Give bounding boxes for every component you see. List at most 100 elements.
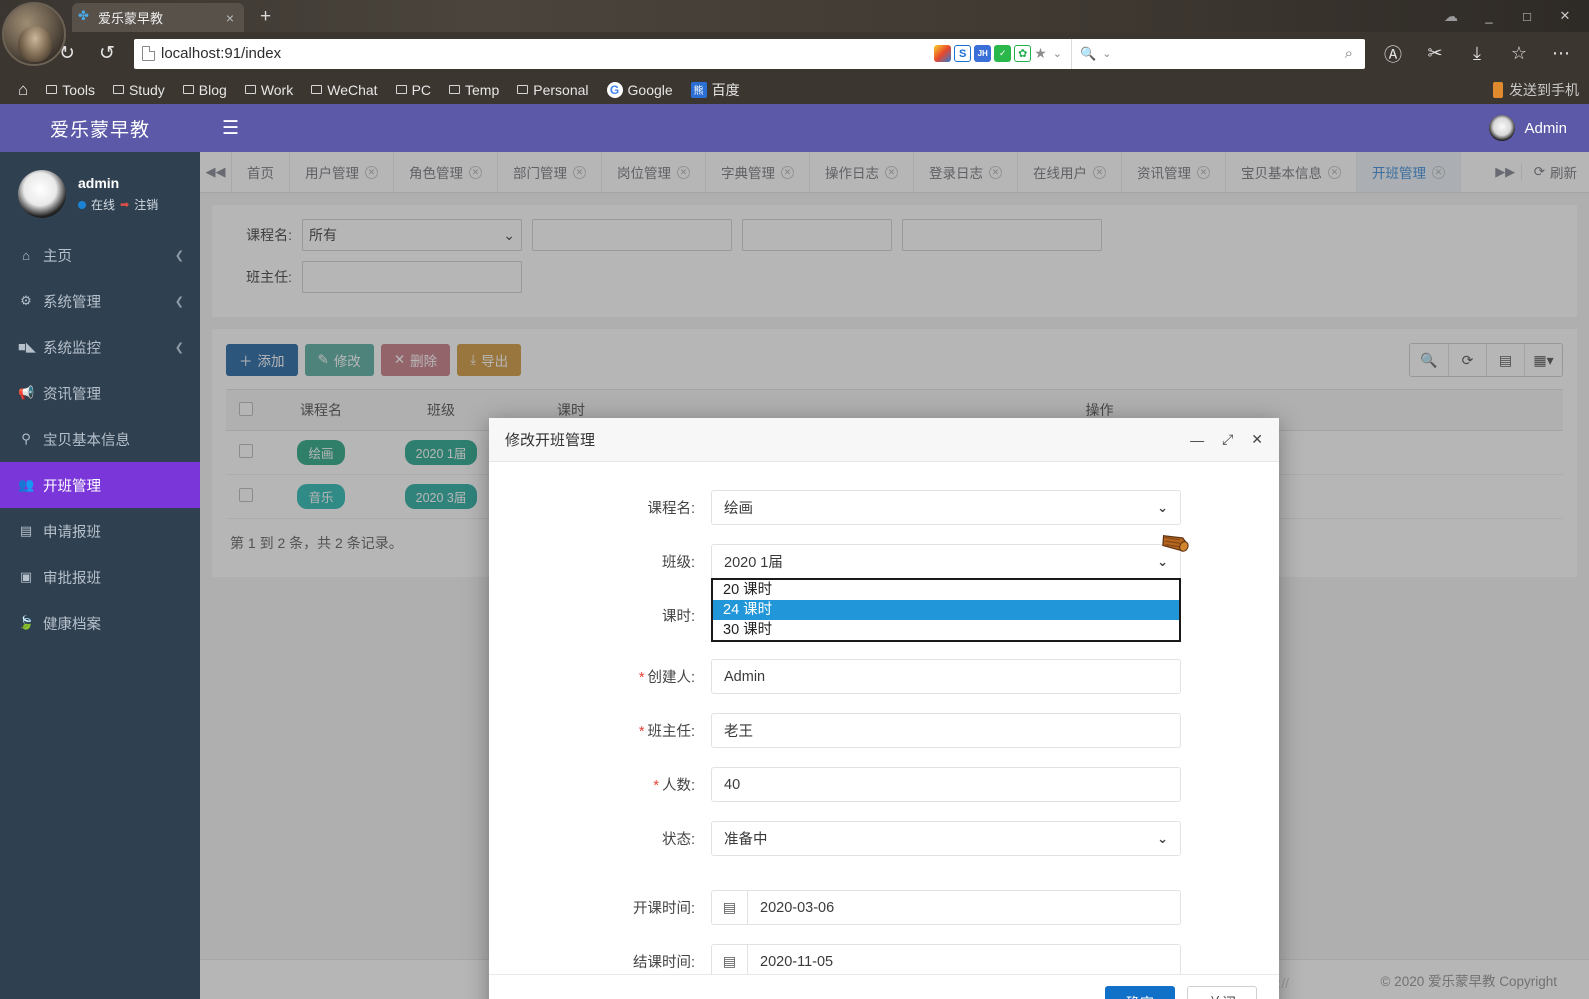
- home-icon[interactable]: ⌂: [10, 80, 36, 100]
- bookmark-tools[interactable]: Tools: [38, 80, 103, 100]
- sidebar-item-label: 审批报班: [43, 570, 101, 587]
- bookmark-baidu[interactable]: 熊百度: [683, 78, 748, 102]
- sidebar-item-apply-class[interactable]: ▤ 申请报班: [0, 508, 200, 554]
- field-start-date: 开课时间: ▤ 2020-03-06: [489, 890, 1279, 925]
- sidebar-item-label: 申请报班: [43, 524, 101, 541]
- bookmark-study[interactable]: Study: [105, 80, 173, 100]
- hours-option-20[interactable]: 20 课时: [713, 580, 1179, 600]
- folder-icon: [311, 85, 323, 94]
- chevron-down-icon: ⌄: [1157, 830, 1168, 846]
- extension-jh-icon[interactable]: JH: [974, 45, 992, 62]
- sidebar-item-home[interactable]: ⌂ 主页 ❮: [0, 232, 200, 278]
- user-menu-label: Admin: [1524, 119, 1567, 137]
- hours-option-30[interactable]: 30 课时: [713, 620, 1179, 640]
- capacity-label: * 人数:: [653, 778, 695, 794]
- minimize-icon[interactable]: _: [1471, 1, 1507, 31]
- browser-tab[interactable]: 爱乐蒙早教 ×: [72, 3, 244, 32]
- add-favorite-icon[interactable]: ★: [1034, 45, 1047, 62]
- cloud-icon[interactable]: ☁: [1433, 1, 1469, 31]
- window-close-icon[interactable]: ✕: [1547, 1, 1583, 31]
- sidebar-item-system-management[interactable]: ⚙ 系统管理 ❮: [0, 278, 200, 324]
- logout-icon[interactable]: ➡: [120, 198, 129, 211]
- close-button[interactable]: 关闭: [1187, 986, 1257, 999]
- video-icon: ■◣: [18, 339, 36, 354]
- dialog-titlebar: 修改开班管理 — ⤢ ✕: [489, 418, 1279, 462]
- sidebar: admin 在线 ➡ 注销 ⌂ 主页 ❮ ⚙ 系统管理 ❮ ■◣ 系统监控 ❮ …: [0, 152, 200, 999]
- bookmark-temp[interactable]: Temp: [441, 80, 507, 100]
- close-icon[interactable]: ×: [222, 10, 238, 26]
- sidebar-item-class-management[interactable]: 👥 开班管理: [0, 462, 200, 508]
- extension-circle-icon[interactable]: ✿: [1014, 45, 1032, 62]
- folder-icon: [395, 85, 407, 94]
- capacity-input[interactable]: 40: [711, 767, 1181, 802]
- chevron-down-icon: ⌄: [1157, 553, 1168, 569]
- hamburger-icon[interactable]: ☰: [222, 117, 239, 140]
- dialog-minimize-icon[interactable]: —: [1190, 432, 1204, 448]
- undo-icon[interactable]: ↺: [88, 37, 126, 71]
- logout-label[interactable]: 注销: [134, 196, 158, 213]
- download-icon[interactable]: ⤓: [1457, 37, 1497, 71]
- sidebar-item-health-record[interactable]: 🍃 健康档案: [0, 600, 200, 646]
- bookmark-google[interactable]: G Google: [599, 80, 681, 100]
- calendar-icon[interactable]: ▤: [712, 891, 748, 924]
- dialog-body: 课程名: 绘画 ⌄ 班级: 2020 1届 ⌄ 课时: 20 课时 24 课时 …: [489, 462, 1279, 974]
- bookmark-wechat[interactable]: WeChat: [303, 80, 385, 100]
- dialog-maximize-icon[interactable]: ⤢: [1222, 431, 1233, 448]
- dialog-footer: 确定 关闭: [489, 974, 1279, 999]
- app-brand: 爱乐蒙早教: [49, 119, 150, 141]
- sidebar-item-news-management[interactable]: 📢 资讯管理: [0, 370, 200, 416]
- status-select[interactable]: 准备中 ⌄: [711, 821, 1181, 856]
- profile-avatar[interactable]: [2, 2, 66, 66]
- search-box[interactable]: 🔍 ⌄ ⌕: [1071, 38, 1361, 69]
- folder-icon: [112, 85, 124, 94]
- bookmark-personal[interactable]: Personal: [509, 80, 596, 100]
- baidu-icon: 熊: [690, 81, 707, 98]
- scissors-icon[interactable]: ✂: [1415, 37, 1455, 71]
- search-engine-icon[interactable]: 🔍 ⌄: [1080, 46, 1114, 62]
- avatar[interactable]: [18, 170, 66, 218]
- sidebar-user-name: admin: [78, 175, 120, 191]
- creator-input[interactable]: Admin: [711, 659, 1181, 694]
- end-date-label: 结课时间:: [632, 955, 695, 971]
- browser-toolbar: ❮ ↻ ↺ localhost:91/index S JH ✓ ✿ ★ ⌄ 🔍⌄…: [0, 32, 1589, 75]
- course-select[interactable]: 绘画 ⌄: [711, 490, 1181, 525]
- hours-option-24[interactable]: 24 课时: [713, 600, 1179, 620]
- grade-select[interactable]: 2020 1届 ⌄: [711, 544, 1181, 579]
- hours-dropdown-list[interactable]: 20 课时 24 课时 30 课时: [711, 578, 1181, 642]
- navbar-user[interactable]: Admin: [1489, 115, 1589, 141]
- folder-icon: [244, 85, 256, 94]
- account-icon[interactable]: Ⓐ: [1373, 37, 1413, 71]
- extension-1-icon[interactable]: [934, 45, 952, 62]
- more-icon[interactable]: ⋯: [1541, 37, 1581, 71]
- start-date-input[interactable]: ▤ 2020-03-06: [711, 890, 1181, 925]
- extension-sogou-icon[interactable]: S: [954, 45, 972, 62]
- bookmark-work[interactable]: Work: [237, 80, 301, 100]
- creator-label: * 创建人:: [638, 670, 695, 686]
- course-value: 绘画: [724, 501, 753, 517]
- confirm-button[interactable]: 确定: [1105, 986, 1175, 999]
- extension-green-icon[interactable]: ✓: [994, 45, 1012, 62]
- bookmark-blog[interactable]: Blog: [175, 80, 235, 100]
- sidebar-item-approve-class[interactable]: ▣ 审批报班: [0, 554, 200, 600]
- sidebar-item-system-monitor[interactable]: ■◣ 系统监控 ❮: [0, 324, 200, 370]
- creator-value: Admin: [724, 668, 766, 685]
- end-date-input[interactable]: ▤ 2020-11-05: [711, 944, 1181, 974]
- teacher-input[interactable]: 老王: [711, 713, 1181, 748]
- gear-icon: ⚙: [20, 293, 32, 308]
- bookmark-pc[interactable]: PC: [388, 80, 439, 100]
- chevron-left-icon: ❮: [174, 341, 184, 354]
- favorite-icon[interactable]: ☆: [1499, 37, 1539, 71]
- calendar-icon[interactable]: ▤: [712, 945, 748, 974]
- address-bar[interactable]: localhost:91/index S JH ✓ ✿ ★ ⌄ 🔍 ⌄ ⌕: [134, 38, 1365, 69]
- search-submit-icon[interactable]: ⌕: [1345, 45, 1353, 62]
- chevron-down-icon[interactable]: ⌄: [1050, 47, 1065, 60]
- field-end-date: 结课时间: ▤ 2020-11-05: [489, 944, 1279, 974]
- calendar-icon: ▤: [19, 523, 33, 538]
- sidebar-item-baby-info[interactable]: ⚲ 宝贝基本信息: [0, 416, 200, 462]
- send-to-phone-button[interactable]: 发送到手机: [1493, 80, 1579, 100]
- required-asterisk: *: [638, 670, 645, 686]
- new-tab-button[interactable]: +: [252, 6, 279, 32]
- maximize-icon[interactable]: □: [1509, 1, 1545, 31]
- bookmark-label: Personal: [533, 81, 589, 98]
- dialog-close-icon[interactable]: ✕: [1251, 431, 1263, 448]
